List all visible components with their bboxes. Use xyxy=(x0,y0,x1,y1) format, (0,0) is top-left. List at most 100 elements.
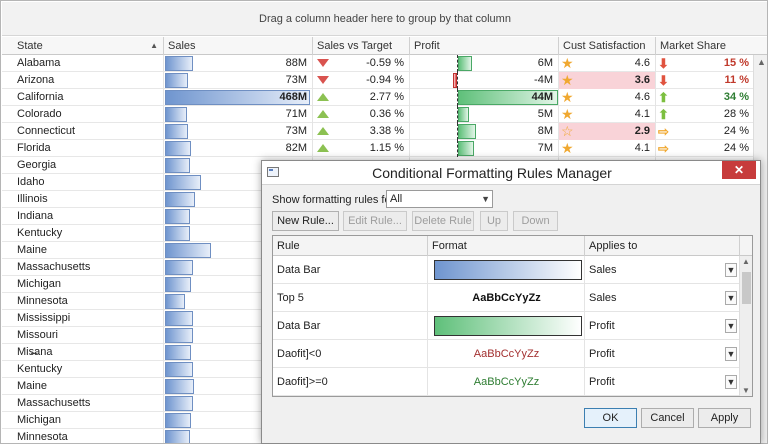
cust-satisfaction-cell: ★ 4.1 xyxy=(559,140,656,157)
cancel-button[interactable]: Cancel xyxy=(641,408,694,428)
sales-data-bar xyxy=(165,294,185,309)
column-header-cust-satisfaction[interactable]: Cust Satisfaction xyxy=(559,37,656,55)
rule-row[interactable]: Daofit]>=0 AaBbCcYyZz Profit ▼ xyxy=(273,368,739,396)
sales-cell: 73M xyxy=(164,72,313,89)
ok-button[interactable]: OK xyxy=(584,408,637,428)
market-share-value: 28 % xyxy=(723,108,749,120)
rule-applies-to[interactable]: Profit ▼ xyxy=(585,368,739,396)
rule-format xyxy=(428,256,585,284)
rule-name: Data Bar xyxy=(273,312,428,340)
table-row[interactable]: California 468M 2.77 % 44M ★ 4.6 ⬆ 34 % xyxy=(2,89,767,106)
state-cell: Michigan xyxy=(2,412,164,429)
table-row[interactable]: Florida 82M 1.15 % 7M ★ 4.1 ⇨ 24 % xyxy=(2,140,767,157)
arrow-down-icon: ⬇ xyxy=(658,73,669,88)
state-cell: Georgia xyxy=(2,157,164,174)
sales-value: 73M xyxy=(285,125,307,137)
profit-cell: 44M xyxy=(410,89,559,106)
star-icon: ☆ xyxy=(561,123,574,139)
show-rules-select[interactable]: All ▼ xyxy=(386,190,493,208)
state-cell: Idaho xyxy=(2,174,164,191)
sales-vs-target-value: -0.94 % xyxy=(366,74,404,86)
scroll-down-icon[interactable]: ▼ xyxy=(742,386,750,395)
rule-row[interactable]: Data Bar Sales ▼ xyxy=(273,256,739,284)
sales-cell: 88M xyxy=(164,55,313,72)
edit-rule-button[interactable]: Edit Rule... xyxy=(343,211,407,231)
cust-satisfaction-cell: ★ 4.1 xyxy=(559,106,656,123)
applies-to-value: Sales xyxy=(589,264,617,276)
state-cell: Massachusetts xyxy=(2,259,164,276)
star-icon: ★ xyxy=(561,72,574,88)
state-cell: Kentucky xyxy=(2,361,164,378)
table-row[interactable]: Alabama 88M -0.59 % 6M ★ 4.6 ⬇ 15 % xyxy=(2,55,767,72)
rule-applies-to[interactable]: Sales ▼ xyxy=(585,284,739,312)
rule-name: Top 5 xyxy=(273,284,428,312)
applies-to-value: Profit xyxy=(589,320,615,332)
scroll-thumb[interactable] xyxy=(742,272,751,304)
scroll-up-icon[interactable]: ▲ xyxy=(757,57,766,67)
rule-row[interactable]: Data Bar Profit ▼ xyxy=(273,312,739,340)
rule-format: AaBbCcYyZz xyxy=(428,340,585,368)
rule-applies-to[interactable]: Profit ▼ xyxy=(585,312,739,340)
sales-vs-target-value: 3.38 % xyxy=(369,125,404,137)
table-row[interactable]: Arizona 73M -0.94 % -4M ★ 3.6 ⬇ 11 % xyxy=(2,72,767,89)
scroll-up-icon[interactable]: ▲ xyxy=(742,257,750,266)
chevron-down-icon[interactable]: ▼ xyxy=(725,263,737,277)
chevron-down-icon[interactable]: ▼ xyxy=(725,375,737,389)
rule-applies-to[interactable]: Sales ▼ xyxy=(585,256,739,284)
sales-value: 73M xyxy=(285,74,307,86)
column-header-market-share[interactable]: Market Share xyxy=(656,37,754,55)
table-row[interactable]: Connecticut 73M 3.38 % 8M ☆ 2.9 ⇨ 24 % xyxy=(2,123,767,140)
delete-rule-button[interactable]: Delete Rule xyxy=(412,211,474,231)
column-header-sales[interactable]: Sales xyxy=(164,37,313,55)
new-rule-button[interactable]: New Rule... xyxy=(272,211,339,231)
sales-data-bar xyxy=(165,277,191,292)
sales-cell: 73M xyxy=(164,123,313,140)
rule-name: Daofit]<0 xyxy=(273,340,428,368)
state-cell: Mississippi xyxy=(2,310,164,327)
rules-scrollbar[interactable]: ▲ ▼ xyxy=(739,256,752,396)
cust-satisfaction-value: 4.1 xyxy=(634,108,650,120)
chevron-down-icon[interactable]: ▼ xyxy=(725,291,737,305)
rules-header-format: Format xyxy=(428,236,585,256)
sales-data-bar xyxy=(165,56,193,71)
column-header-sales-vs-target[interactable]: Sales vs Target xyxy=(313,37,410,55)
sales-data-bar xyxy=(165,226,190,241)
sales-vs-target-value: -0.59 % xyxy=(366,57,404,69)
state-cell: Minnesota xyxy=(2,293,164,310)
market-share-value: 24 % xyxy=(723,142,749,154)
triangle-up-icon xyxy=(317,144,329,152)
state-cell: Massachusetts xyxy=(2,395,164,412)
cust-satisfaction-value: 4.6 xyxy=(634,91,650,103)
state-cell: Kentucky xyxy=(2,225,164,242)
profit-value: 6M xyxy=(537,57,553,69)
cust-satisfaction-value: 4.6 xyxy=(634,57,650,69)
column-header-profit[interactable]: Profit xyxy=(410,37,559,55)
format-preview-blue-bar xyxy=(434,260,582,280)
triangle-up-icon xyxy=(317,110,329,118)
table-row[interactable]: Colorado 71M 0.36 % 5M ★ 4.1 ⬆ 28 % xyxy=(2,106,767,123)
state-cell: Colorado xyxy=(2,106,164,123)
column-header-label: State xyxy=(17,40,43,52)
sales-data-bar xyxy=(165,124,188,139)
rule-row[interactable]: Top 5 AaBbCcYyZz Sales ▼ xyxy=(273,284,739,312)
move-down-button[interactable]: Down xyxy=(513,211,558,231)
sales-data-bar xyxy=(165,141,191,156)
market-share-cell: ⬇ 15 % xyxy=(656,55,754,72)
sales-vs-target-cell: -0.59 % xyxy=(313,55,410,72)
rules-list: Rule Format Applies to Data Bar Sales ▼ Top… xyxy=(272,235,753,397)
profit-cell: -4M xyxy=(410,72,559,89)
rule-row[interactable]: Daofit]<0 AaBbCcYyZz Profit ▼ xyxy=(273,340,739,368)
column-header-state[interactable]: State ▲ xyxy=(2,37,164,55)
sales-data-bar xyxy=(165,379,194,394)
group-panel[interactable]: Drag a column header here to group by th… xyxy=(2,2,767,36)
chevron-down-icon[interactable]: ▼ xyxy=(725,319,737,333)
close-button[interactable]: ✕ xyxy=(722,161,756,179)
dialog-title-bar[interactable]: Conditional Formatting Rules Manager ✕ xyxy=(262,161,760,185)
move-up-button[interactable]: Up xyxy=(480,211,508,231)
star-icon: ★ xyxy=(561,55,574,71)
apply-button[interactable]: Apply xyxy=(698,408,751,428)
triangle-up-icon xyxy=(317,93,329,101)
arrow-up-icon: ⬆ xyxy=(658,90,669,105)
chevron-down-icon[interactable]: ▼ xyxy=(725,347,737,361)
rule-applies-to[interactable]: Profit ▼ xyxy=(585,340,739,368)
